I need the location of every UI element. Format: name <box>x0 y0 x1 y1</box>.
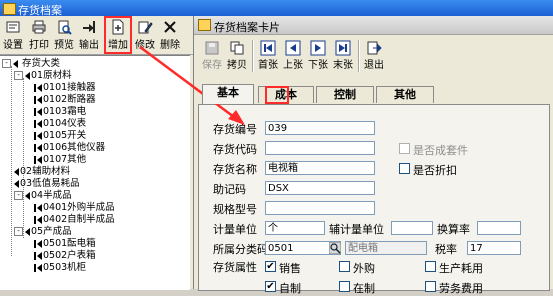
tab-basic[interactable]: 基本 <box>202 84 254 104</box>
annotation-overlay <box>139 45 289 125</box>
annotation-tab-box <box>265 86 289 104</box>
annotation-arrowhead <box>228 110 245 125</box>
inventory-archive-window: 存货档案 设置 打印 预览 输出 增加 修改 删除 - 存货大类 - 01原材料… <box>0 0 553 295</box>
